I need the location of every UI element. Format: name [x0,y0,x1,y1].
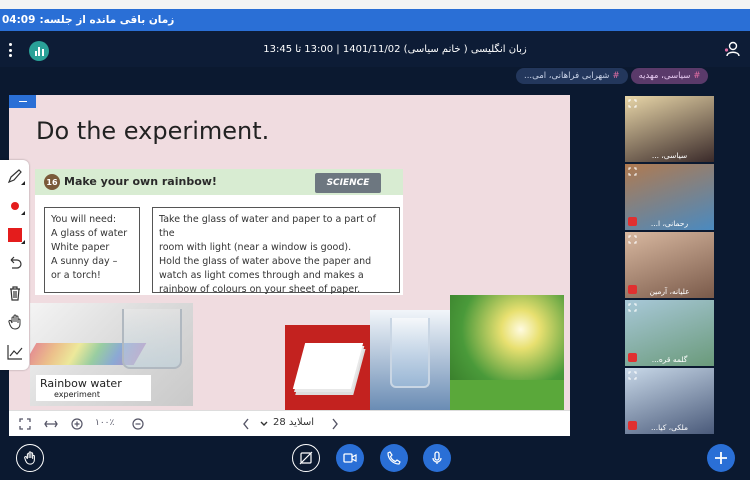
participant-name: سیاسی، ... [651,151,688,160]
annotation-toolbar [0,160,29,370]
expand-icon[interactable] [628,303,637,312]
pan-tool[interactable] [3,310,26,333]
participant-tile[interactable]: سیاسی، ... [625,96,714,162]
participant-name: ملکی، کیا... [651,423,688,432]
slide-toolbar: ۱۰۰٪ اسلاید 28 [9,410,570,436]
screen-share-button[interactable] [292,444,320,472]
expand-icon[interactable] [628,235,637,244]
session-timer-bar: زمان باقی مانده از جلسه: 04:09 [0,9,750,31]
materials-box: You will need: A glass of water White pa… [44,207,140,293]
more-options-icon[interactable] [8,43,12,57]
science-badge: SCIENCE [315,173,381,193]
clear-tool[interactable] [3,281,26,304]
presentation-area: Do the experiment. 16 Make your own rain… [9,95,570,436]
trash-icon [9,285,20,301]
plus-icon [715,452,727,464]
sunny-day-photo [450,295,564,410]
book-excerpt: 16 Make your own rainbow! SCIENCE You wi… [35,169,403,295]
color-tool[interactable] [3,223,26,246]
camera-icon [343,453,357,463]
photo-caption: Rainbow water experiment [36,375,151,401]
hand-icon [24,451,35,465]
speaker-chip[interactable]: # شهرابی فراهانی، امی... [516,68,628,84]
rainbow-glass-photo: Rainbow water experiment [30,303,193,406]
activity-heading: Make your own rainbow! [64,175,217,188]
timer-value: 04:09 [2,14,36,26]
previous-slide-icon[interactable] [242,418,250,430]
fullscreen-icon[interactable] [19,418,31,430]
next-slide-icon[interactable] [331,418,339,430]
expand-icon[interactable] [628,371,637,380]
add-button[interactable] [707,444,735,472]
raise-hand-button[interactable] [16,444,44,472]
control-bar [0,436,750,480]
glass-of-water-photo [370,310,450,410]
expand-icon[interactable] [628,99,637,108]
chart-tool[interactable] [3,340,26,363]
participant-name: علیانه، آرمین [649,287,690,296]
instructions-box: Take the glass of water and paper to a p… [152,207,400,295]
meeting-header: زبان انگلیسی ( خانم سیاسی) 1401/11/02 | … [0,31,750,67]
pencil-tool[interactable] [3,164,26,187]
participant-tile[interactable]: گلمه قره... [625,300,714,366]
minimize-presentation-button[interactable] [9,95,36,108]
phone-button[interactable] [380,444,408,472]
participant-tile[interactable]: رحمانی، ا... [625,164,714,230]
microphone-icon [432,451,442,464]
phone-icon [387,451,401,465]
microphone-button[interactable] [423,444,451,472]
speaker-chips: # سیاسی، مهدیه # شهرابی فراهانی، امی... [516,68,709,84]
undo-tool[interactable] [3,252,26,275]
zoom-in-icon[interactable] [71,418,83,430]
speaker-chip[interactable]: # سیاسی، مهدیه [630,68,709,84]
slide-title: Do the experiment. [36,117,270,145]
timer-label: زمان باقی مانده از جلسه: [39,14,175,26]
window-top-strip [0,0,750,9]
screen-share-off-icon [299,451,313,465]
participant-tile[interactable]: ملکی، کیا... [625,368,714,434]
fit-width-icon[interactable] [44,419,58,429]
white-paper-photo [285,325,370,410]
zoom-level: ۱۰۰٪ [95,418,115,428]
chevron-down-icon[interactable] [260,421,268,427]
meeting-title: زبان انگلیسی ( خانم سیاسی) 1401/11/02 | … [263,44,527,55]
camera-button[interactable] [336,444,364,472]
participants-icon[interactable] [724,41,742,57]
dot-icon [10,201,19,210]
participant-tile[interactable]: علیانه، آرمین [625,232,714,298]
expand-icon[interactable] [628,167,637,176]
stroke-size-tool[interactable] [3,194,26,217]
undo-icon [10,256,22,269]
activity-number: 16 [44,174,60,190]
hand-icon [7,314,20,330]
app-logo-icon [29,41,49,61]
slide-number[interactable]: اسلاید 28 [273,417,314,428]
zoom-out-icon[interactable] [132,418,144,430]
participant-name: رحمانی، ا... [650,219,689,228]
line-chart-icon [6,344,22,360]
participant-name: گلمه قره... [651,355,688,364]
